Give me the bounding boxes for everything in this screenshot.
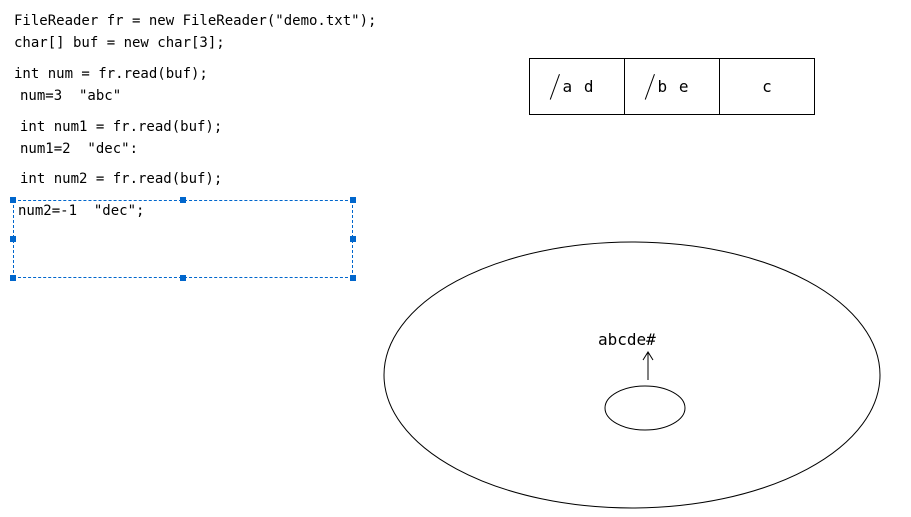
resize-handle-e[interactable] <box>350 236 356 242</box>
resize-handle-s[interactable] <box>180 275 186 281</box>
buffer-cell-2: c <box>720 59 815 115</box>
resize-handle-ne[interactable] <box>350 197 356 203</box>
disk-content-label: abcde# <box>598 330 656 349</box>
result-line-2: num1=2 "dec": <box>14 138 376 160</box>
resize-handle-nw[interactable] <box>10 197 16 203</box>
buffer-array: a d b e c <box>529 58 815 115</box>
buffer-cell-2-value: c <box>762 77 772 96</box>
buffer-cell-1-old: b <box>656 77 670 96</box>
result-line-1: num=3 "abc" <box>14 85 376 107</box>
resize-handle-se[interactable] <box>350 275 356 281</box>
code-line-5: int num2 = fr.read(buf); <box>14 168 376 190</box>
resize-handle-sw[interactable] <box>10 275 16 281</box>
buffer-cell-1-new: e <box>679 77 689 96</box>
resize-handle-w[interactable] <box>10 236 16 242</box>
disk-svg: abcde# <box>382 240 882 510</box>
code-listing: FileReader fr = new FileReader("demo.txt… <box>14 10 376 191</box>
buffer-cell-0-old: a <box>561 77 575 96</box>
code-line-3: int num = fr.read(buf); <box>14 63 376 85</box>
disk-outer-ellipse <box>384 242 880 508</box>
buffer-cell-1: b e <box>625 59 720 115</box>
resize-handle-n[interactable] <box>180 197 186 203</box>
buffer-cell-0: a d <box>530 59 625 115</box>
code-line-2: char[] buf = new char[3]; <box>14 32 376 54</box>
code-line-1: FileReader fr = new FileReader("demo.txt… <box>14 10 376 32</box>
arrow-icon <box>643 352 653 380</box>
disk-illustration: abcde# <box>382 240 882 510</box>
code-line-4: int num1 = fr.read(buf); <box>14 116 376 138</box>
selection-box: num2=-1 "dec"; <box>13 200 353 278</box>
disk-inner-ellipse <box>605 386 685 430</box>
buffer-cell-0-new: d <box>584 77 594 96</box>
result-line-3: num2=-1 "dec"; <box>18 203 348 219</box>
